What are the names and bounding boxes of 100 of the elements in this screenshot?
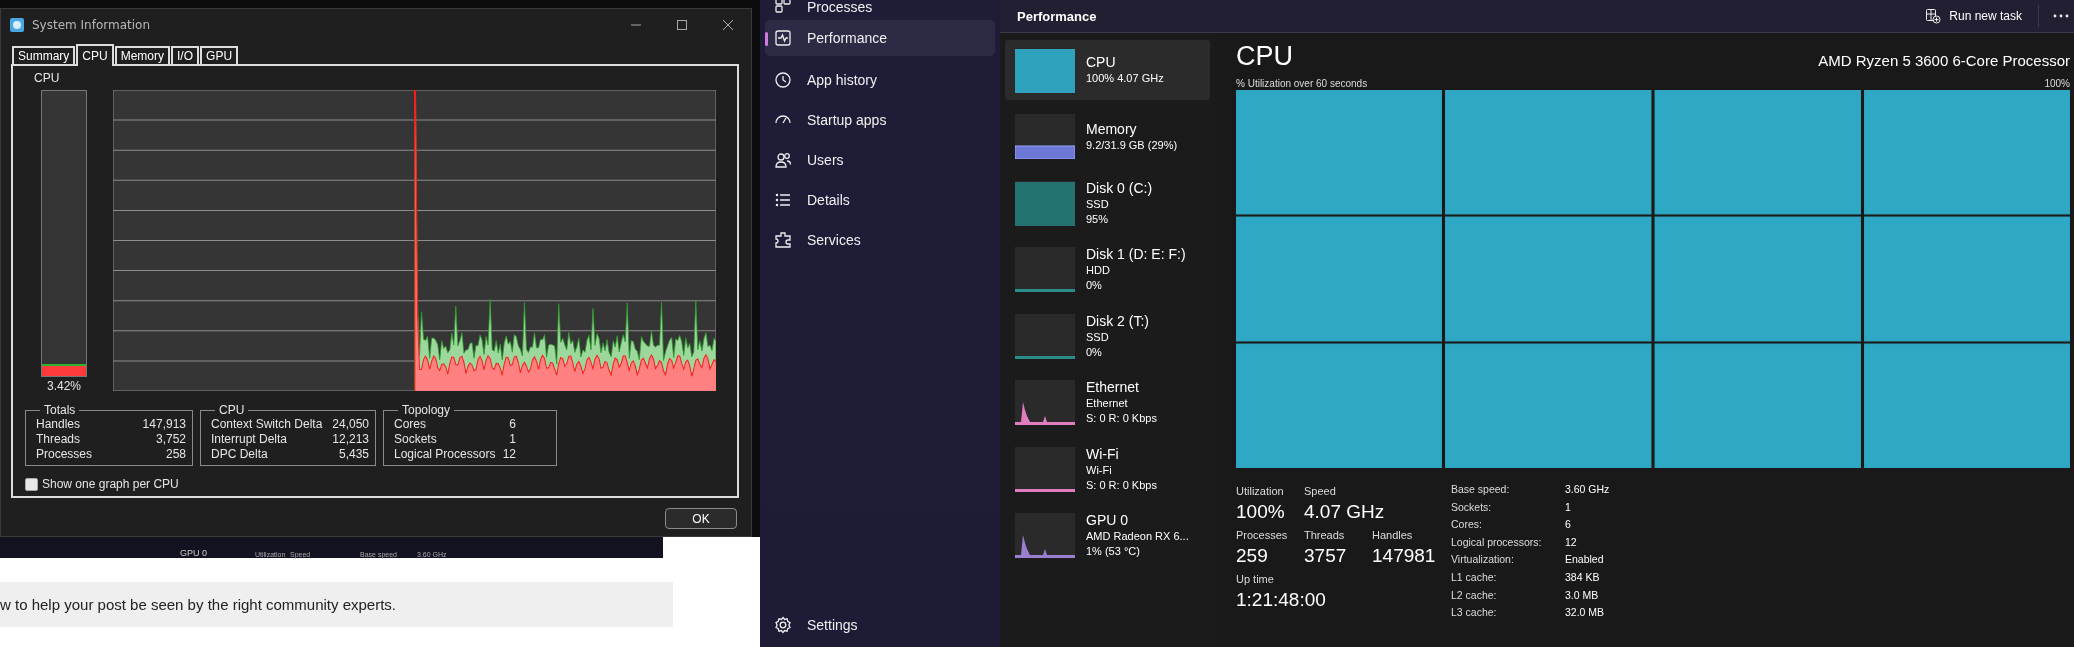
group-title: Topology [401, 403, 452, 417]
more-icon[interactable] [2053, 13, 2069, 19]
resource-item[interactable]: Disk 0 (C:) SSD 95% [1005, 173, 1210, 233]
ok-button[interactable]: OK [665, 508, 737, 529]
stat-label: Logical Processors [394, 447, 496, 462]
stat-value: 3757 [1304, 544, 1348, 568]
resource-detail: 95% [1086, 211, 1110, 227]
resource-detail: SSD [1086, 196, 1110, 212]
checkbox-label[interactable]: Show one graph per CPU [42, 477, 179, 491]
nav-item[interactable]: Settings [765, 605, 995, 645]
group-title: Totals [43, 403, 77, 417]
stat-value: 5,435 [338, 447, 369, 462]
spec-label: L1 cache: [1451, 569, 1498, 585]
stat-label: Sockets [394, 432, 437, 447]
stat-value: 12,213 [332, 432, 369, 447]
tab[interactable]: CPU [76, 44, 114, 66]
stat-value: 6 [509, 417, 516, 432]
stat-label: DPC Delta [211, 447, 268, 462]
resource-name: CPU [1086, 54, 1117, 71]
resource-detail: S: 0 R: 0 Kbps [1086, 411, 1157, 426]
run-task-icon [1925, 8, 1942, 24]
section-title: CPU [1236, 41, 1293, 72]
spec-value: Enabled [1565, 552, 1605, 568]
nav-item[interactable]: Services [765, 220, 995, 260]
spec-label: Virtualization: [1451, 552, 1515, 568]
close-icon [722, 18, 734, 31]
resource-name: Disk 0 (C:) [1086, 179, 1153, 197]
stat-value: 147981 [1372, 544, 1436, 568]
checkbox[interactable] [25, 477, 38, 491]
nav-item[interactable]: Users [765, 140, 995, 180]
stat-label: Cores [394, 417, 426, 432]
spec-label: L3 cache: [1451, 605, 1498, 621]
stat-label: Threads [36, 432, 81, 447]
stat-value: 1:21:48:00 [1236, 588, 1326, 612]
app-icon [9, 16, 25, 33]
nav-item[interactable]: Details [765, 180, 995, 220]
stat-label: Speed [1304, 484, 1337, 498]
tab[interactable]: Memory [114, 46, 171, 64]
settings-icon [773, 615, 793, 635]
spec-label: Logical processors: [1451, 534, 1543, 550]
stat-label: Handles [1372, 528, 1414, 542]
resource-detail: 100% 4.07 GHz [1086, 71, 1164, 86]
grid-icon [773, 0, 793, 15]
resource-name: Disk 1 (D: E: F:) [1086, 246, 1186, 263]
nav-item[interactable]: Processes [765, 0, 995, 16]
nav-item[interactable]: Performance [765, 20, 995, 56]
resource-item[interactable]: Ethernet Ethernet S: 0 R: 0 Kbps [1005, 372, 1210, 433]
notice-text: w to help your post be seen by the right community experts. [0, 582, 673, 627]
nav-item[interactable]: Startup apps [765, 100, 995, 140]
spec-value: 1 [1565, 499, 1572, 515]
spec-value: 6 [1565, 517, 1572, 533]
window-title: System Information [32, 17, 151, 32]
resource-item[interactable]: Memory 9.2/31.9 GB (29%) [1005, 106, 1210, 167]
resource-item[interactable]: Disk 2 (T:) SSD 0% [1005, 306, 1210, 366]
resource-detail: 0% [1086, 344, 1103, 360]
spec-label: Sockets: [1451, 499, 1493, 515]
resource-detail: AMD Radeon RX 6... [1086, 529, 1189, 544]
users-icon [773, 150, 793, 170]
stat-value: 24,050 [332, 417, 369, 432]
stat-label: Processes [36, 447, 93, 462]
puzzle-icon [773, 230, 793, 250]
spec-value: 12 [1565, 534, 1578, 550]
stat-value: 147,913 [142, 417, 186, 432]
history-icon [773, 70, 793, 90]
stat-value: 259 [1236, 544, 1269, 568]
meter-label: CPU [34, 70, 60, 86]
spec-label: L2 cache: [1451, 587, 1498, 603]
resource-detail: 9.2/31.9 GB (29%) [1086, 137, 1178, 153]
stat-value: 100% [1236, 500, 1286, 524]
stat-label: Processes [1236, 528, 1289, 542]
resource-item[interactable]: GPU 0 AMD Radeon RX 6... 1% (53 °C) [1005, 505, 1210, 566]
resource-detail: Ethernet [1086, 396, 1129, 411]
tab[interactable]: Summary [12, 46, 76, 64]
stat-value: 3,752 [155, 432, 186, 447]
stat-label: Context Switch Delta [211, 417, 323, 432]
resource-detail: Wi-Fi [1086, 462, 1113, 478]
resource-item[interactable]: Disk 1 (D: E: F:) HDD 0% [1005, 239, 1210, 300]
spec-value: 384 KB [1565, 569, 1601, 585]
resource-item[interactable]: Wi-Fi Wi-Fi S: 0 R: 0 Kbps [1005, 439, 1210, 499]
resource-detail: 1% (53 °C) [1086, 544, 1141, 559]
resource-item[interactable]: CPU 100% 4.07 GHz [1005, 40, 1210, 100]
stat-label: Up time [1236, 572, 1275, 586]
run-task-button[interactable]: Run new task [1925, 5, 2039, 27]
resource-detail: HDD [1086, 263, 1111, 278]
usage-spike [1021, 535, 1047, 555]
spec-value: 3.0 MB [1565, 587, 1600, 603]
graph-label: % Utilization over 60 seconds [1236, 78, 1368, 89]
nav-item[interactable]: App history [765, 60, 995, 100]
usage-spike [1021, 402, 1047, 422]
resource-name: GPU 0 [1086, 512, 1129, 529]
tab[interactable]: I/O [171, 46, 200, 64]
stat-value: 258 [165, 447, 186, 462]
spec-value: 32.0 MB [1565, 605, 1606, 621]
tab[interactable]: GPU [200, 46, 239, 64]
spec-label: Base speed: [1451, 482, 1511, 497]
stat-label: Handles [36, 417, 81, 432]
resource-detail: S: 0 R: 0 Kbps [1086, 477, 1157, 493]
graph-max: 100% [2044, 78, 2070, 89]
page-title: Performance [1017, 8, 1097, 24]
stat-value: 4.07 GHz [1304, 500, 1385, 524]
